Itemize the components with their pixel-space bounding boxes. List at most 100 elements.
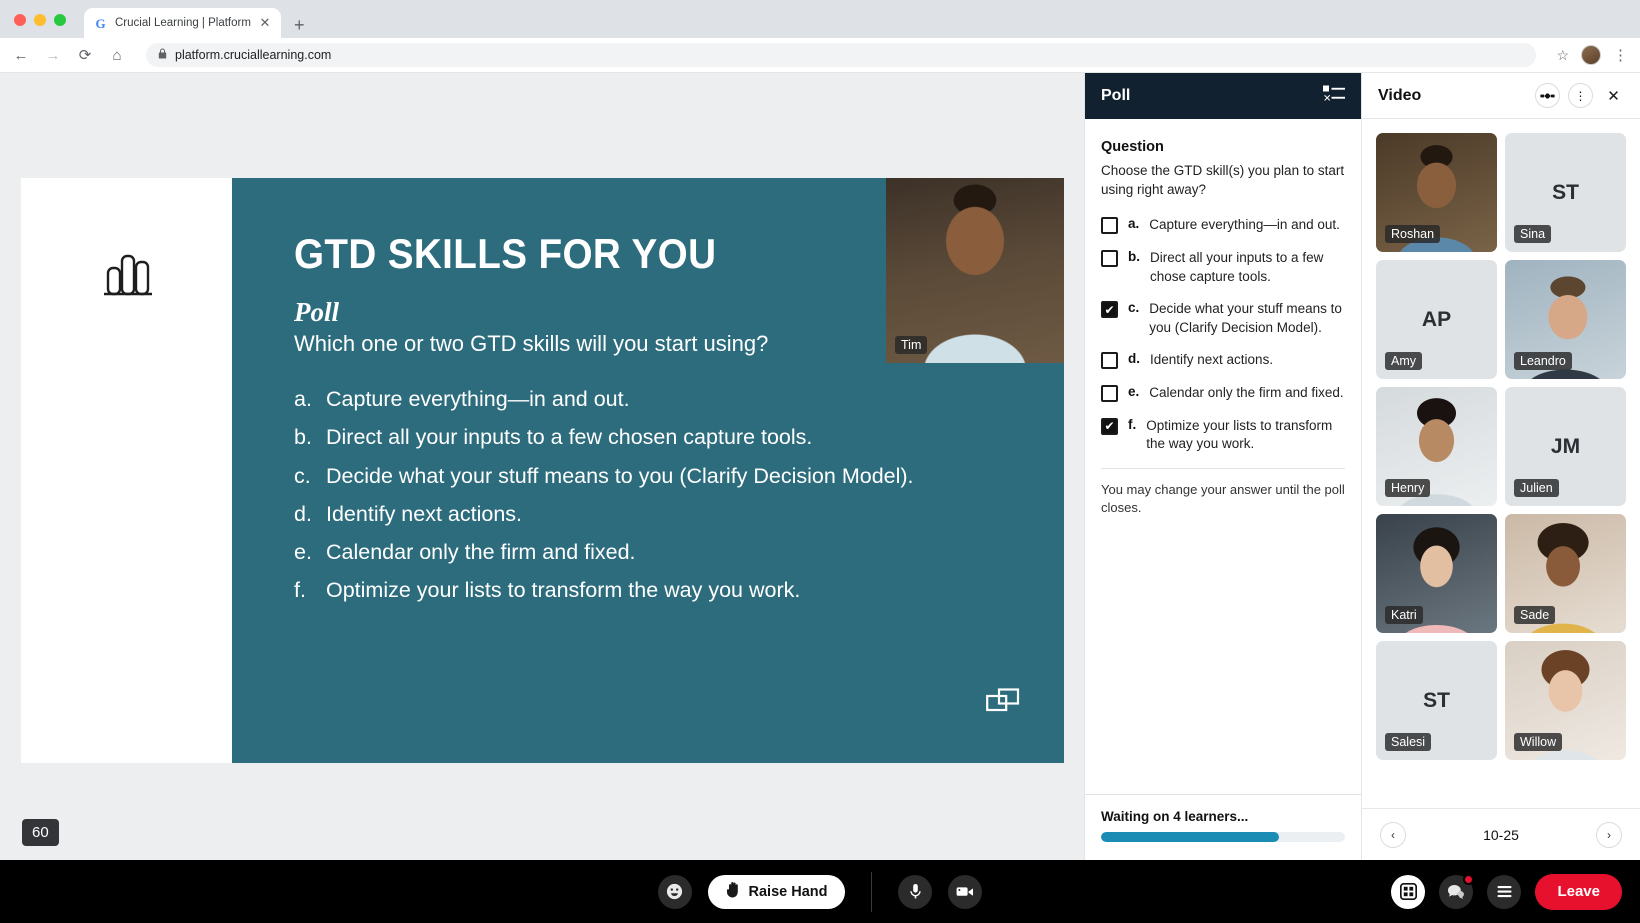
presenter-video-tile[interactable]: Tim — [886, 178, 1064, 363]
emoji-reaction-icon[interactable] — [658, 875, 692, 909]
maximize-window-button[interactable] — [54, 14, 66, 26]
participant-name: Katri — [1385, 606, 1423, 624]
hand-icon — [726, 881, 741, 902]
home-button[interactable]: ⌂ — [108, 47, 126, 64]
raise-hand-button[interactable]: Raise Hand — [708, 875, 846, 909]
page-range-label: 10-25 — [1483, 827, 1519, 843]
kebab-menu-icon[interactable]: ⋮ — [1568, 83, 1593, 108]
meeting-app: G Crucial Learning | Platform ✕ + ← → ⟳ … — [0, 0, 1640, 923]
previous-page-button[interactable]: ‹ — [1380, 822, 1406, 848]
slide: GTD SKILLS FOR YOU Poll Which one or two… — [21, 178, 1064, 763]
poll-option-text: Optimize your lists to transform the way… — [1146, 417, 1345, 454]
reload-button[interactable]: ⟳ — [76, 46, 94, 64]
participant-tile-julien[interactable]: JM Julien — [1505, 387, 1626, 506]
camera-icon[interactable] — [948, 875, 982, 909]
microphone-icon[interactable] — [898, 875, 932, 909]
poll-checkbox-e[interactable] — [1101, 385, 1118, 402]
slide-option-marker: a. — [294, 383, 312, 415]
presenter-name-label: Tim — [895, 336, 927, 354]
poll-checkbox-f[interactable] — [1101, 418, 1118, 435]
participant-pagination: ‹ 10-25 › — [1362, 808, 1640, 860]
slide-option: c. Decide what your stuff means to you (… — [294, 460, 1014, 492]
next-page-button[interactable]: › — [1596, 822, 1622, 848]
poll-option-text: Capture everything—in and out. — [1149, 216, 1340, 235]
poll-option-f[interactable]: f. Optimize your lists to transform the … — [1101, 417, 1345, 454]
participant-grid: Roshan ST Sina AP Amy Leandro Henry JM J… — [1362, 119, 1640, 808]
layers-icon — [986, 688, 1020, 723]
slide-option: f. Optimize your lists to transform the … — [294, 574, 1014, 606]
slide-option-marker: e. — [294, 536, 312, 568]
poll-option-a[interactable]: a. Capture everything—in and out. — [1101, 216, 1345, 235]
slide-option-text: Calendar only the firm and fixed. — [326, 536, 636, 568]
participant-tile-roshan[interactable]: Roshan — [1376, 133, 1497, 252]
poll-option-c[interactable]: c. Decide what your stuff means to you (… — [1101, 300, 1345, 337]
participant-name: Roshan — [1385, 225, 1440, 243]
browser-menu-icon[interactable]: ⋮ — [1613, 46, 1628, 64]
toolbar-divider — [871, 872, 872, 912]
address-bar-url: platform.cruciallearning.com — [175, 48, 331, 62]
poll-option-text: Identify next actions. — [1150, 351, 1273, 370]
participant-tile-amy[interactable]: AP Amy — [1376, 260, 1497, 379]
browser-tab-strip: G Crucial Learning | Platform ✕ + — [0, 0, 1640, 38]
participant-name: Salesi — [1385, 733, 1431, 751]
slide-option: a. Capture everything—in and out. — [294, 383, 1014, 415]
poll-option-b[interactable]: b. Direct all your inputs to a few chose… — [1101, 249, 1345, 286]
forward-button[interactable]: → — [44, 47, 62, 64]
grid-layout-icon[interactable] — [1391, 875, 1425, 909]
participant-tile-salesi[interactable]: ST Salesi — [1376, 641, 1497, 760]
poll-checkbox-d[interactable] — [1101, 352, 1118, 369]
video-panel: Video ⋮ ✕ Roshan ST — [1361, 73, 1640, 860]
back-button[interactable]: ← — [12, 47, 30, 64]
poll-option-text: Direct all your inputs to a few chose ca… — [1150, 249, 1345, 286]
slide-option-text: Identify next actions. — [326, 498, 522, 530]
participant-tile-leandro[interactable]: Leandro — [1505, 260, 1626, 379]
participant-tile-sina[interactable]: ST Sina — [1505, 133, 1626, 252]
poll-results-icon[interactable]: ✕ — [1323, 84, 1345, 109]
close-icon[interactable]: ✕ — [1601, 83, 1626, 108]
slide-option-marker: d. — [294, 498, 312, 530]
slide-option: b. Direct all your inputs to a few chose… — [294, 421, 1014, 453]
poll-option-letter: b. — [1128, 249, 1140, 264]
slide-option-marker: f. — [294, 574, 312, 606]
participant-tile-henry[interactable]: Henry — [1376, 387, 1497, 506]
poll-option-text: Calendar only the firm and fixed. — [1149, 384, 1343, 403]
poll-option-letter: a. — [1128, 216, 1139, 231]
raise-hand-label: Raise Hand — [749, 884, 828, 900]
poll-checkbox-b[interactable] — [1101, 250, 1118, 267]
address-bar[interactable]: platform.cruciallearning.com — [146, 43, 1536, 67]
poll-option-list: a. Capture everything—in and out. b. Dir… — [1101, 216, 1345, 454]
chat-bubble-icon[interactable] — [1439, 875, 1473, 909]
browser-tab-title: Crucial Learning | Platform — [115, 17, 251, 29]
leave-button[interactable]: Leave — [1535, 874, 1622, 910]
slide-option-list: a. Capture everything—in and out. b. Dir… — [294, 383, 1014, 607]
profile-avatar[interactable] — [1581, 45, 1601, 65]
slide-option: d. Identify next actions. — [294, 498, 1014, 530]
poll-panel: Poll ✕ Question Choose the GTD skill(s) … — [1084, 73, 1361, 860]
browser-tab[interactable]: G Crucial Learning | Platform ✕ — [84, 8, 281, 38]
poll-body: Question Choose the GTD skill(s) you pla… — [1085, 119, 1361, 794]
poll-option-letter: e. — [1128, 384, 1139, 399]
participant-tile-willow[interactable]: Willow — [1505, 641, 1626, 760]
close-window-button[interactable] — [14, 14, 26, 26]
poll-checkbox-a[interactable] — [1101, 217, 1118, 234]
poll-option-d[interactable]: d. Identify next actions. — [1101, 351, 1345, 370]
poll-option-e[interactable]: e. Calendar only the firm and fixed. — [1101, 384, 1345, 403]
presentation-stage: GTD SKILLS FOR YOU Poll Which one or two… — [0, 73, 1084, 860]
chat-unread-badge — [1463, 874, 1474, 885]
participant-tile-sade[interactable]: Sade — [1505, 514, 1626, 633]
poll-note: You may change your answer until the pol… — [1101, 481, 1345, 517]
slide-option-text: Optimize your lists to transform the way… — [326, 574, 800, 606]
poll-checkbox-c[interactable] — [1101, 301, 1118, 318]
participant-tile-katri[interactable]: Katri — [1376, 514, 1497, 633]
poll-panel-header: Poll ✕ — [1085, 73, 1361, 119]
poll-option-letter: c. — [1128, 300, 1139, 315]
toolbar-right-actions: ☆ ⋮ — [1556, 45, 1628, 65]
bookmark-star-icon[interactable]: ☆ — [1556, 47, 1569, 64]
tab-close-icon[interactable]: ✕ — [258, 15, 272, 31]
participant-name: Leandro — [1514, 352, 1572, 370]
minimize-window-button[interactable] — [34, 14, 46, 26]
hamburger-menu-icon[interactable] — [1487, 875, 1521, 909]
participant-name: Sina — [1514, 225, 1551, 243]
resize-horizontal-icon[interactable] — [1535, 83, 1560, 108]
new-tab-button[interactable]: + — [281, 16, 316, 38]
